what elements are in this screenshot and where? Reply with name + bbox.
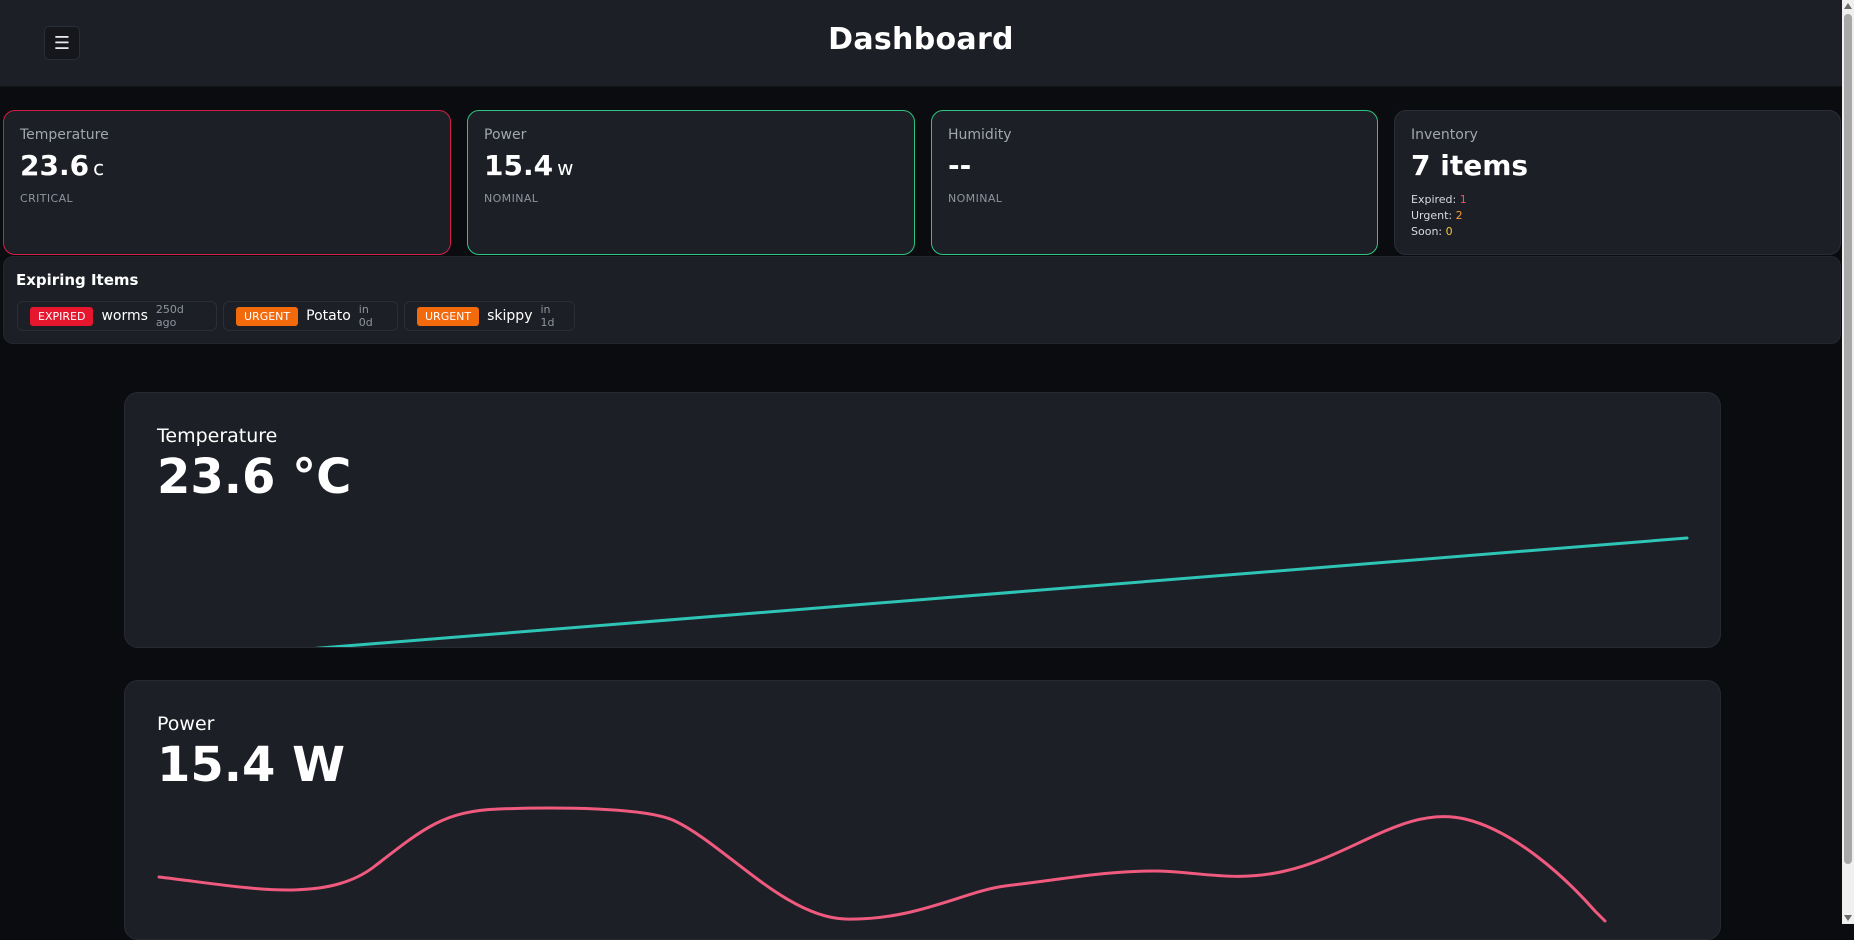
inventory-breakdown: Expired: 1 Urgent: 2 Soon: 0: [1411, 192, 1824, 240]
power-card[interactable]: Power 15.4 w NOMINAL: [467, 110, 915, 255]
scroll-down-icon[interactable]: [1844, 915, 1852, 921]
card-label: Inventory: [1411, 127, 1478, 143]
top-bar: ☰ Dashboard: [0, 0, 1842, 87]
power-sparkline: [157, 806, 1607, 923]
card-label: Power: [484, 127, 527, 143]
item-name: worms: [101, 308, 148, 324]
power-chart-card: Power 15.4 W: [124, 680, 1721, 940]
item-name: Potato: [306, 308, 351, 324]
chart-value: 23.6 °C: [157, 449, 352, 505]
card-value: 23.6 c: [20, 149, 434, 182]
humidity-value: --: [948, 149, 972, 182]
temperature-line: [314, 536, 1689, 647]
expiring-item[interactable]: URGENT skippy in 1d: [404, 301, 575, 331]
temperature-unit: c: [93, 156, 105, 180]
card-value: --: [948, 149, 1361, 182]
scroll-thumb[interactable]: [1844, 14, 1852, 864]
status-text: NOMINAL: [948, 192, 1003, 205]
chart-title: Power: [157, 713, 215, 735]
section-title: Expiring Items: [16, 271, 139, 289]
expiring-item[interactable]: EXPIRED worms 250d ago: [17, 301, 217, 331]
status-badge: EXPIRED: [30, 306, 94, 326]
humidity-card[interactable]: Humidity -- NOMINAL: [931, 110, 1378, 255]
card-value: 15.4 w: [484, 149, 898, 182]
power-line: [157, 806, 1607, 923]
item-when: 250d ago: [155, 303, 184, 329]
temperature-chart-card: Temperature 23.6 °C: [124, 392, 1721, 648]
temperature-value: 23.6: [20, 149, 90, 182]
status-badge: URGENT: [236, 306, 299, 326]
inventory-count: 7 items: [1411, 149, 1529, 182]
expired-line: Expired: 1: [1411, 193, 1467, 206]
inventory-card[interactable]: Inventory 7 items Expired: 1 Urgent: 2 S…: [1394, 110, 1841, 255]
status-text: CRITICAL: [20, 192, 74, 205]
page-scrollbar[interactable]: [1842, 0, 1854, 924]
page-title: Dashboard: [828, 22, 1014, 57]
card-label: Humidity: [948, 127, 1012, 143]
soon-line: Soon: 0: [1411, 225, 1453, 238]
temperature-card[interactable]: Temperature 23.6 c CRITICAL: [3, 110, 451, 255]
expiring-item[interactable]: URGENT Potato in 0d: [223, 301, 398, 331]
item-name: skippy: [487, 308, 533, 324]
item-when: in 0d: [358, 303, 373, 329]
chart-value: 15.4 W: [157, 737, 346, 793]
card-label: Temperature: [20, 127, 109, 143]
urgent-line: Urgent: 2: [1411, 209, 1463, 222]
power-value: 15.4: [484, 149, 554, 182]
expiring-items-panel: Expiring Items EXPIRED worms 250d ago UR…: [3, 256, 1841, 344]
scroll-up-icon[interactable]: [1844, 3, 1852, 9]
item-when: in 1d: [540, 303, 555, 329]
chart-title: Temperature: [157, 425, 278, 447]
status-badge: URGENT: [417, 306, 480, 326]
status-text: NOMINAL: [484, 192, 539, 205]
temperature-sparkline: [314, 536, 1689, 647]
power-unit: w: [557, 156, 574, 180]
